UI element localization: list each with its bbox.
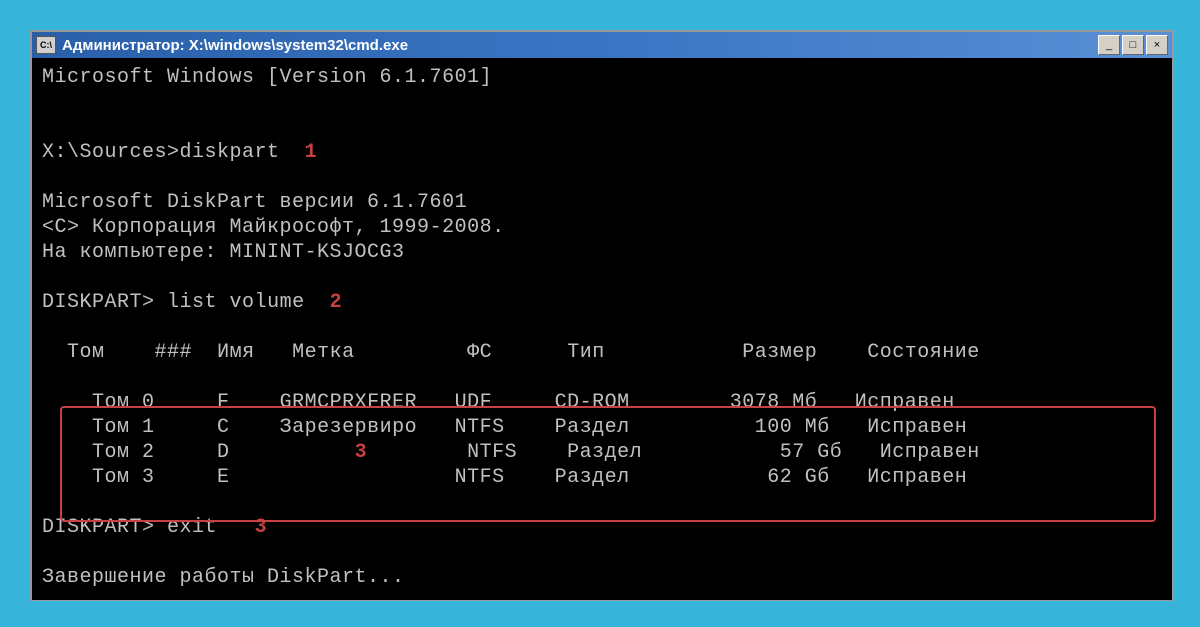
hdr-tom: Том bbox=[67, 341, 105, 364]
cmd-3: exit bbox=[167, 516, 217, 539]
prompt-2: DISKPART> bbox=[42, 291, 155, 314]
hdr-size: Размер bbox=[742, 341, 817, 364]
version-line: Microsoft Windows [Version 6.1.7601] bbox=[42, 66, 492, 89]
terminal-output[interactable]: Microsoft Windows [Version 6.1.7601] X:\… bbox=[32, 59, 1172, 600]
annotation-1: 1 bbox=[305, 141, 318, 164]
hdr-fs: ФС bbox=[467, 341, 492, 364]
annotation-2: 2 bbox=[330, 291, 343, 314]
window-controls: _ □ × bbox=[1098, 35, 1168, 55]
cmd-window: C:\ Администратор: X:\windows\system32\c… bbox=[30, 30, 1174, 601]
annotation-3: 3 bbox=[255, 516, 268, 539]
maximize-button[interactable]: □ bbox=[1122, 35, 1144, 55]
hdr-type: Тип bbox=[567, 341, 605, 364]
exit-message: Завершение работы DiskPart... bbox=[42, 566, 405, 589]
table-row: Том 2 D 3 NTFS Раздел 57 Gб Исправен bbox=[92, 441, 980, 464]
hdr-label: Метка bbox=[292, 341, 355, 364]
cmd-1: diskpart bbox=[180, 141, 280, 164]
copyright: <C> Корпорация Майкрософт, 1999-2008. bbox=[42, 216, 505, 239]
close-button[interactable]: × bbox=[1146, 35, 1168, 55]
cmd-2: list volume bbox=[167, 291, 305, 314]
table-row: Том 0 F GRMCPRXFRER UDF CD-ROM 3078 Мб И… bbox=[92, 391, 955, 414]
hdr-num: ### bbox=[155, 341, 193, 364]
prompt-3: DISKPART> bbox=[42, 516, 155, 539]
prompt-1: X:\Sources> bbox=[42, 141, 180, 164]
hdr-state: Состояние bbox=[867, 341, 980, 364]
hdr-name: Имя bbox=[217, 341, 255, 364]
minimize-button[interactable]: _ bbox=[1098, 35, 1120, 55]
computer-name: На компьютере: MININT-KSJOCG3 bbox=[42, 241, 405, 264]
annotation-table: 3 bbox=[355, 441, 368, 464]
cmd-icon: C:\ bbox=[36, 36, 56, 54]
table-row: Том 3 E NTFS Раздел 62 Gб Исправен bbox=[92, 466, 967, 489]
window-title: Администратор: X:\windows\system32\cmd.e… bbox=[62, 37, 1098, 54]
table-row: Том 1 C Зарезервиро NTFS Раздел 100 Мб И… bbox=[92, 416, 967, 439]
titlebar[interactable]: C:\ Администратор: X:\windows\system32\c… bbox=[32, 32, 1172, 59]
diskpart-version: Microsoft DiskPart версии 6.1.7601 bbox=[42, 191, 467, 214]
